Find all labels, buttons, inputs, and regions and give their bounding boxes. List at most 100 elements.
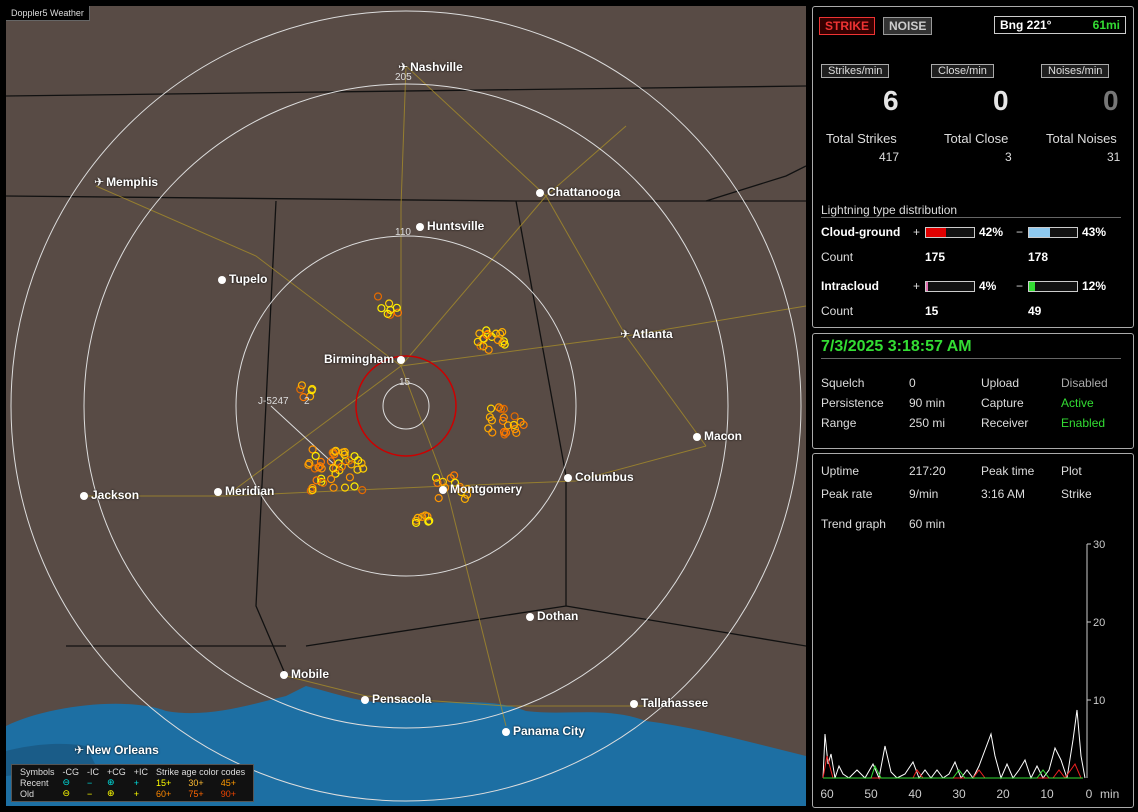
city-name: Pensacola (372, 692, 432, 706)
x-tick: 0 (1086, 787, 1093, 801)
total-noises-label: Total Noises (1046, 131, 1117, 146)
noise-button[interactable]: NOISE (883, 17, 933, 35)
cg-count-label: Count (821, 250, 854, 264)
map-canvas (6, 10, 806, 806)
city-name: Huntsville (427, 219, 485, 233)
city-jackson: Jackson (80, 488, 139, 502)
strike-marker (340, 483, 350, 492)
range-rings (10, 10, 802, 802)
city-montgomery: Montgomery (439, 482, 522, 496)
city-name: Tupelo (229, 272, 268, 286)
peak-rate-value: 9/min (909, 487, 939, 501)
city-name: Dothan (537, 609, 579, 623)
city-name: Mobile (291, 667, 329, 681)
uptime-value: 217:20 (909, 464, 946, 478)
city-dot-icon (564, 474, 572, 482)
strikes-per-min-button[interactable]: Strikes/min (821, 64, 890, 78)
range-label-15: 15 (399, 377, 411, 388)
city-macon: Macon (693, 429, 742, 443)
city-name: Birmingham (324, 352, 395, 366)
city-atlanta: ✈ Atlanta (620, 327, 673, 341)
city-tupelo: Tupelo (218, 272, 267, 286)
cursor-count: 2 (304, 396, 310, 407)
total-close: 3 (1005, 150, 1012, 164)
strike-marker (484, 345, 493, 354)
radar-map[interactable]: Doppler5 Weather ✈ Nashville ✈ Memphis Chatt… (6, 6, 806, 806)
x-unit: min (1100, 787, 1119, 801)
cg-pos-count: 175 (925, 250, 946, 264)
range-label-110: 110 (395, 227, 411, 238)
strike-marker (329, 483, 338, 492)
city-name: Jackson (91, 488, 140, 502)
range-label-205: 205 (395, 72, 412, 83)
cg-pos-pct: 42% (979, 225, 1004, 239)
roads (86, 65, 806, 727)
city-pensacola: Pensacola (361, 692, 431, 706)
airport-icon: ✈ (74, 743, 85, 757)
noises-per-min-button[interactable]: Noises/min (1041, 64, 1110, 78)
distribution-title: Lightning type distribution (821, 203, 1121, 218)
status-value: 90 min (909, 396, 946, 410)
city-name: Chattanooga (547, 185, 621, 199)
city-mobile: Mobile (280, 667, 329, 681)
city-name: Montgomery (450, 482, 522, 496)
strike-button[interactable]: STRIKE (819, 17, 876, 35)
city-columbus: Columbus (564, 470, 634, 484)
status-label: Range (821, 416, 857, 430)
trend-graph-value[interactable]: 60 min (909, 517, 945, 531)
datetime: 7/3/2025 3:18:57 AM (821, 338, 1121, 359)
city-name: Meridian (225, 484, 275, 498)
plot-value[interactable]: Strike (1061, 487, 1092, 501)
strike-marker (377, 304, 386, 313)
cursor-label: J-5247 (258, 396, 289, 407)
status-label2: Upload (981, 376, 1020, 390)
status-label: Squelch (821, 376, 865, 390)
city-chattanooga: Chattanooga (536, 185, 620, 199)
strikes-rate: 6 (883, 85, 899, 116)
cg-neg-bar (1028, 227, 1078, 238)
strike-marker (510, 412, 519, 421)
peak-time-value: 3:16 AM (981, 487, 1026, 501)
bearing-box: Bng 221° 61mi (994, 16, 1126, 34)
status-value2: Active (1061, 396, 1094, 410)
airport-icon: ✈ (94, 175, 105, 189)
cg-neg-pct: 43% (1082, 225, 1107, 239)
x-tick: 20 (996, 787, 1010, 801)
status-value: 250 mi (909, 416, 946, 430)
city-name: Macon (704, 429, 743, 443)
city-tallahassee: Tallahassee (630, 696, 708, 710)
status-value2: Disabled (1061, 376, 1108, 390)
cg-pos-bar (925, 227, 975, 238)
strike-marker (327, 475, 336, 484)
strike-marker (460, 494, 469, 503)
city-dot-icon (80, 492, 88, 500)
ic-minus-sign: − (1016, 279, 1024, 293)
ic-label: Intracloud (821, 279, 880, 293)
city-dot-icon (536, 189, 544, 197)
strike-marker (488, 428, 497, 437)
bearing-distance: 61mi (1092, 18, 1120, 32)
city-name: Memphis (106, 175, 159, 189)
cg-label: Cloud-ground (821, 225, 901, 239)
plot-label: Plot (1061, 464, 1082, 478)
city-dot-icon (280, 671, 288, 679)
city-dot-icon (630, 700, 638, 708)
strike-marker (312, 476, 321, 485)
x-tick: 30 (952, 787, 966, 801)
status-panel: 7/3/2025 3:18:57 AM Squelch 0 Upload Disabl… (812, 333, 1134, 449)
app-title: Doppler5 Weather (6, 6, 90, 21)
strike-marker (350, 482, 359, 491)
status-value2: Enabled (1061, 416, 1106, 430)
ic-neg-bar (1028, 281, 1078, 292)
city-panama-city: Panama City (502, 724, 585, 738)
strike-marker (308, 445, 317, 454)
city-dot-icon (361, 696, 369, 704)
close-per-min-button[interactable]: Close/min (931, 64, 994, 78)
city-name: Nashville (410, 60, 463, 74)
city-meridian: Meridian (214, 484, 274, 498)
y-tick: 20 (1093, 617, 1105, 629)
x-tick: 40 (908, 787, 922, 801)
total-close-label: Total Close (944, 131, 1009, 146)
strike-marker (393, 308, 402, 317)
counts-panel: STRIKE NOISE Bng 221° 61mi Strikes/min C… (812, 6, 1134, 328)
